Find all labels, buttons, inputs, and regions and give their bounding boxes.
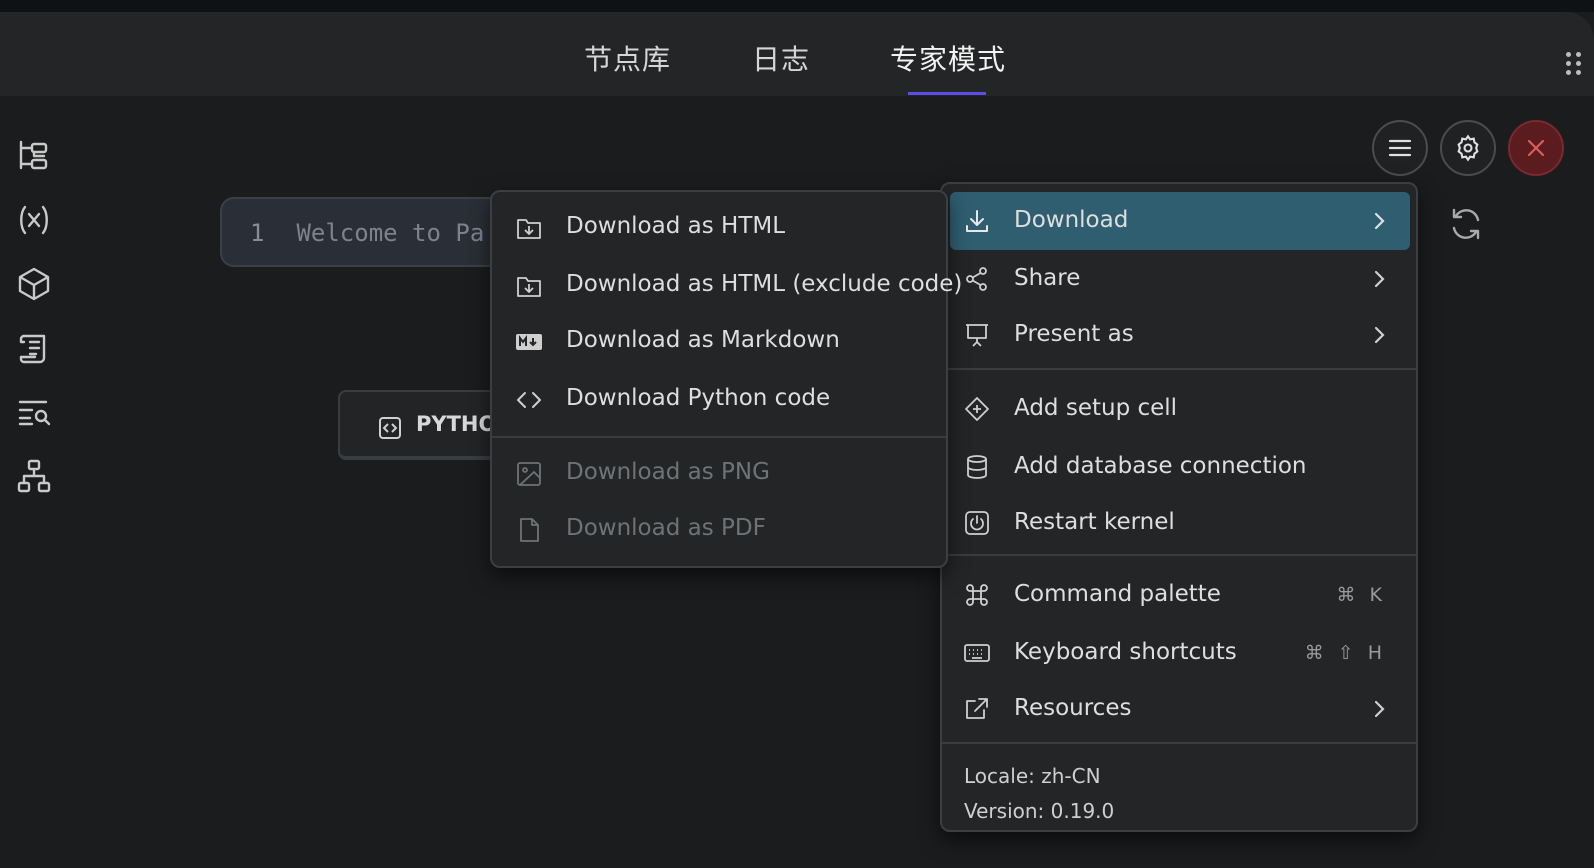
menu-divider — [942, 554, 1416, 556]
package-icon[interactable] — [16, 266, 52, 302]
download-markdown[interactable]: Download as Markdown — [502, 314, 942, 370]
menu-item-label: Share — [1014, 265, 1081, 291]
chevron-right-icon — [1374, 212, 1385, 230]
add-python-cell-label: PYTHO — [416, 412, 497, 436]
image-icon — [517, 462, 541, 486]
menu-item-label: Restart kernel — [1014, 509, 1175, 535]
menu-divider — [942, 368, 1416, 370]
close-icon — [1527, 139, 1545, 157]
version-info: Version: 0.19.0 — [964, 799, 1115, 823]
download-html[interactable]: Download as HTML — [502, 200, 942, 256]
menu-item-restart-kernel[interactable]: Restart kernel — [950, 494, 1410, 552]
download-icon — [966, 210, 988, 232]
download-png-label: Download as PNG — [566, 459, 770, 485]
menu-item-label: Present as — [1014, 321, 1134, 347]
presentation-icon — [966, 324, 988, 347]
scroll-icon[interactable] — [16, 330, 52, 366]
download-pdf[interactable]: Download as PDF — [502, 502, 942, 558]
download-submenu: Download as HTML Download as HTML (exclu… — [490, 190, 962, 568]
code-icon — [517, 392, 541, 408]
menu-item-label: Add setup cell — [1014, 395, 1178, 421]
chevron-right-icon — [1374, 700, 1385, 718]
tab-node-library[interactable]: 节点库 — [584, 38, 671, 78]
window-top-strip — [0, 0, 1594, 12]
shortcut-hint: ⌘ ⇧ H — [1304, 642, 1386, 664]
menu-item-add-setup-cell[interactable]: Add setup cell — [950, 380, 1410, 438]
active-tab-indicator — [908, 92, 986, 95]
download-html-exclude-label: Download as HTML (exclude code) — [566, 271, 963, 297]
hamburger-icon — [1388, 139, 1412, 157]
download-png[interactable]: Download as PNG — [502, 446, 942, 502]
chevron-right-icon — [1374, 270, 1385, 288]
menu-item-label: Add database connection — [1014, 453, 1307, 479]
menu-item-command-palette[interactable]: Command palette ⌘ K — [950, 566, 1410, 624]
file-icon — [520, 518, 539, 542]
gear-icon — [1457, 134, 1479, 162]
menu-item-download[interactable]: Download — [950, 192, 1410, 250]
hierarchy-icon[interactable] — [16, 458, 52, 494]
menu-item-keyboard-shortcuts[interactable]: Keyboard shortcuts ⌘ ⇧ H — [950, 624, 1410, 682]
tree-icon[interactable] — [16, 138, 52, 174]
download-html-exclude-code[interactable]: Download as HTML (exclude code) — [502, 258, 962, 314]
code-cell-editor[interactable]: 1 Welcome to Pa — [220, 197, 520, 267]
menu-item-label: Command palette — [1014, 581, 1221, 607]
close-button[interactable] — [1508, 120, 1564, 176]
download-markdown-label: Download as Markdown — [566, 327, 840, 353]
code-line: Welcome to Pa — [296, 219, 485, 247]
code-square-icon — [379, 417, 401, 439]
download-python-label: Download Python code — [566, 385, 831, 411]
tab-bar: 节点库 日志 专家模式 — [0, 12, 1594, 96]
search-list-icon[interactable] — [16, 394, 52, 430]
settings-button[interactable] — [1440, 120, 1496, 176]
folder-download-icon — [517, 277, 541, 297]
locale-info: Locale: zh-CN — [964, 764, 1101, 788]
power-icon — [965, 511, 989, 535]
menu-item-label: Keyboard shortcuts — [1014, 639, 1237, 665]
shortcut-hint: ⌘ K — [1336, 584, 1386, 606]
menu-item-present-as[interactable]: Present as — [950, 306, 1410, 364]
menu-item-share[interactable]: Share — [950, 250, 1410, 308]
download-html-label: Download as HTML — [566, 213, 786, 239]
folder-download-icon — [517, 219, 541, 239]
chevron-right-icon — [1374, 326, 1385, 344]
menu-item-resources[interactable]: Resources — [950, 680, 1410, 738]
database-icon — [967, 455, 987, 479]
variables-icon[interactable] — [16, 202, 52, 238]
menu-button[interactable] — [1372, 120, 1428, 176]
diamond-plus-icon — [965, 397, 989, 421]
command-icon — [966, 584, 988, 606]
drag-handle-icon[interactable] — [1566, 52, 1584, 78]
share-icon — [966, 267, 987, 291]
refresh-icon[interactable] — [1448, 206, 1484, 242]
menu-item-add-database-connection[interactable]: Add database connection — [950, 438, 1410, 496]
menu-item-label: Download — [1014, 207, 1129, 233]
tab-expert-mode[interactable]: 专家模式 — [890, 38, 1006, 78]
main-menu: Download Share Present as Add setup cell… — [940, 182, 1418, 832]
menu-item-label: Resources — [1014, 695, 1132, 721]
download-python-code[interactable]: Download Python code — [502, 372, 942, 428]
keyboard-icon — [964, 644, 990, 662]
tab-logs[interactable]: 日志 — [752, 38, 810, 78]
download-pdf-label: Download as PDF — [566, 515, 766, 541]
menu-divider — [942, 742, 1416, 744]
markdown-icon — [516, 334, 542, 350]
external-link-icon — [966, 698, 988, 719]
line-number: 1 — [250, 219, 265, 247]
submenu-divider — [492, 436, 946, 438]
